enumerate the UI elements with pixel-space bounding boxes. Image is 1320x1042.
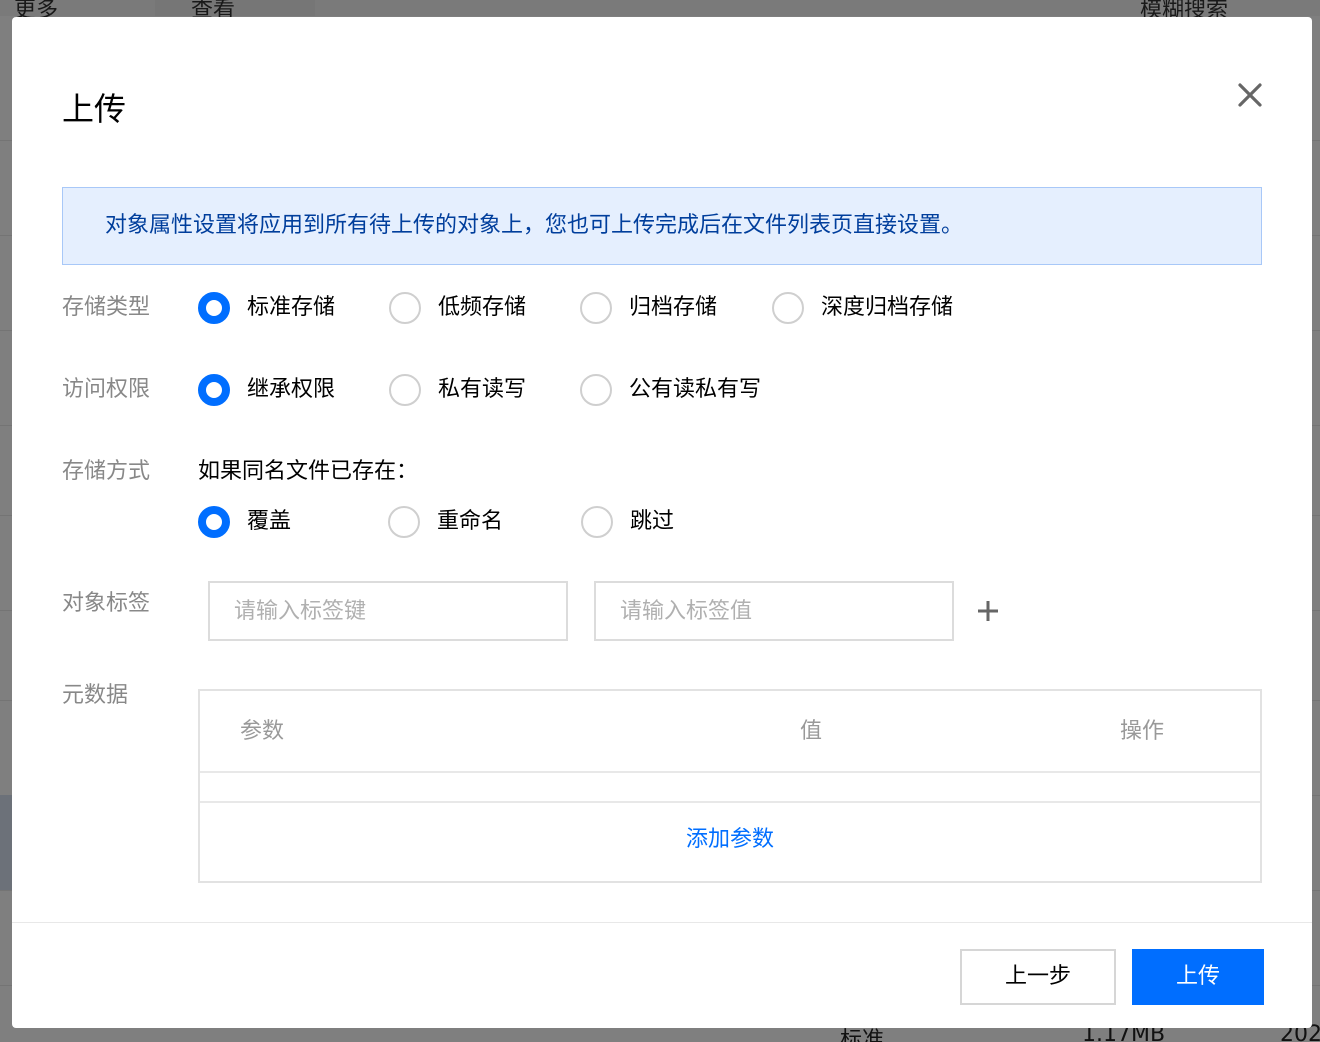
column-action: 操作 [1120, 719, 1165, 744]
radio-label: 深度归档存储 [821, 295, 954, 320]
radio-conflict-overwrite[interactable]: 覆盖 [198, 506, 291, 538]
radio-storage-deep-archive[interactable]: 深度归档存储 [772, 292, 953, 324]
plus-icon [978, 601, 998, 621]
radio-storage-archive[interactable]: 归档存储 [580, 292, 717, 324]
add-param-link[interactable]: 添加参数 [200, 825, 1260, 855]
metadata-table-header: 参数 值 操作 [200, 691, 1260, 773]
radio-label: 私有读写 [438, 377, 527, 402]
object-tags-label: 对象标签 [62, 591, 151, 616]
radio-conflict-rename[interactable]: 重命名 [388, 506, 503, 538]
radio-acl-public-read[interactable]: 公有读私有写 [580, 374, 761, 406]
radio-acl-private[interactable]: 私有读写 [389, 374, 526, 406]
radio-label: 标准存储 [247, 295, 336, 320]
radio-label: 公有读私有写 [629, 377, 762, 402]
dialog-title: 上传 [62, 90, 127, 128]
conflict-prompt: 如果同名文件已存在： [198, 459, 419, 484]
radio-label: 覆盖 [247, 509, 292, 534]
access-permission-label: 访问权限 [62, 377, 151, 402]
tag-value-input[interactable] [594, 581, 954, 641]
storage-class-label: 存储类型 [62, 295, 151, 320]
storage-method-label: 存储方式 [62, 459, 151, 484]
radio-indicator [580, 292, 612, 324]
table-row [200, 773, 1260, 803]
radio-label: 低频存储 [438, 295, 527, 320]
info-notice: 对象属性设置将应用到所有待上传的对象上，您也可上传完成后在文件列表页直接设置。 [62, 187, 1262, 265]
footer-divider [12, 922, 1312, 923]
metadata-label: 元数据 [62, 683, 129, 708]
upload-dialog: 上传 对象属性设置将应用到所有待上传的对象上，您也可上传完成后在文件列表页直接设… [12, 17, 1312, 1028]
radio-label: 归档存储 [629, 295, 718, 320]
column-param: 参数 [240, 719, 285, 744]
radio-indicator [388, 506, 420, 538]
radio-label: 跳过 [630, 509, 675, 534]
radio-indicator [580, 374, 612, 406]
radio-indicator [389, 292, 421, 324]
metadata-table: 参数 值 操作 添加参数 [198, 689, 1262, 883]
radio-acl-inherit[interactable]: 继承权限 [198, 374, 335, 406]
previous-step-button[interactable]: 上一步 [960, 949, 1116, 1005]
tag-key-input[interactable] [208, 581, 568, 641]
radio-indicator [389, 374, 421, 406]
close-icon [1238, 83, 1262, 107]
radio-indicator [198, 374, 230, 406]
close-button[interactable] [1230, 75, 1270, 115]
upload-button[interactable]: 上传 [1132, 949, 1264, 1005]
radio-storage-standard[interactable]: 标准存储 [198, 292, 335, 324]
radio-label: 继承权限 [247, 377, 336, 402]
radio-storage-infrequent[interactable]: 低频存储 [389, 292, 526, 324]
radio-conflict-skip[interactable]: 跳过 [581, 506, 674, 538]
radio-indicator [581, 506, 613, 538]
column-value: 值 [800, 719, 823, 744]
add-tag-button[interactable] [976, 599, 1000, 623]
radio-indicator [198, 292, 230, 324]
radio-label: 重命名 [437, 509, 504, 534]
radio-indicator [772, 292, 804, 324]
radio-indicator [198, 506, 230, 538]
